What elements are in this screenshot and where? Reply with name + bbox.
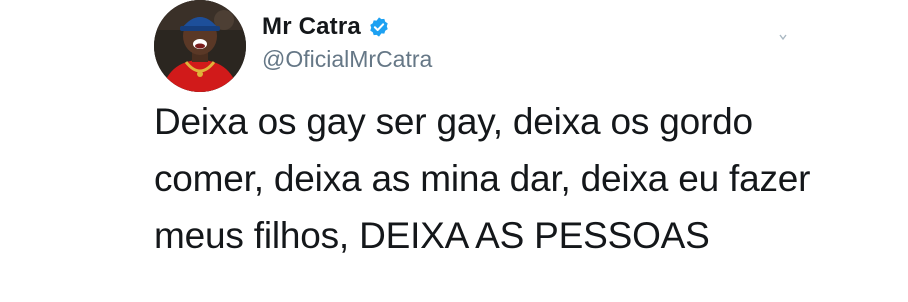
tweet-text: Deixa os gay ser gay, deixa os gordo com… bbox=[154, 101, 811, 256]
tweet-card: Mr Catra @OficialMrCatra Deixa os gay se… bbox=[0, 0, 908, 302]
avatar-photo bbox=[154, 0, 246, 92]
tweet-header: Mr Catra @OficialMrCatra bbox=[262, 10, 432, 73]
tweet-menu-chevron-icon[interactable] bbox=[776, 30, 790, 44]
name-row: Mr Catra bbox=[262, 10, 432, 44]
user-handle[interactable]: @OficialMrCatra bbox=[262, 46, 432, 73]
profile-avatar[interactable] bbox=[154, 0, 246, 92]
display-name[interactable]: Mr Catra bbox=[262, 13, 361, 41]
verified-badge-icon bbox=[368, 16, 390, 38]
